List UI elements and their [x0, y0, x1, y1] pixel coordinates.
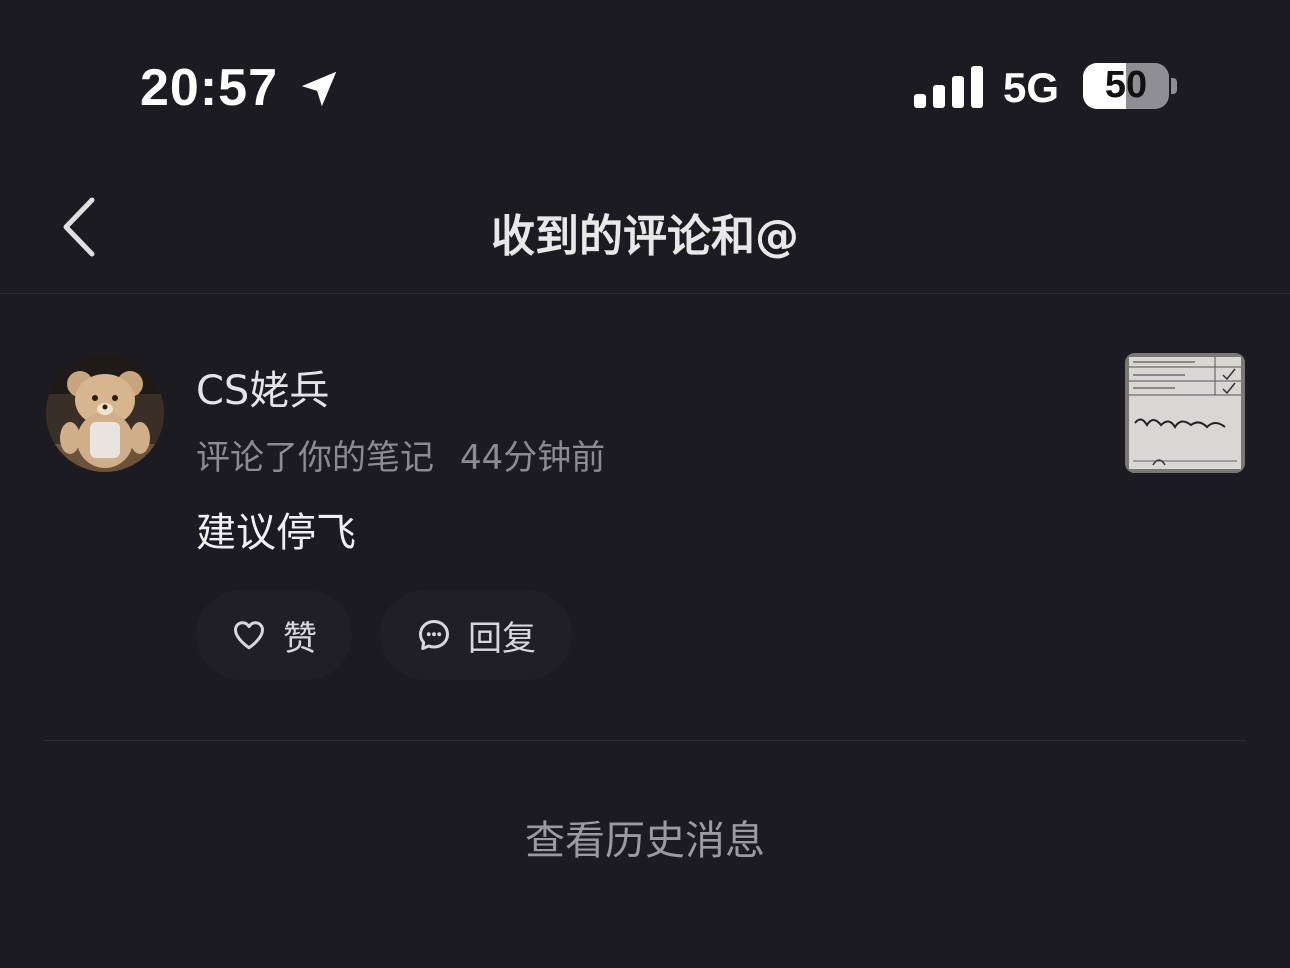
comment-text[interactable]: 建议停飞	[196, 500, 356, 558]
view-history-button[interactable]: 查看历史消息	[0, 808, 1290, 866]
like-label: 赞	[283, 618, 317, 659]
avatar[interactable]	[46, 354, 164, 472]
location-arrow-icon	[301, 71, 337, 107]
battery-icon: 50	[1083, 63, 1169, 109]
battery-tip	[1171, 78, 1177, 94]
nav-divider	[0, 293, 1290, 294]
heart-icon	[234, 621, 264, 650]
document-photo-image	[1125, 353, 1245, 473]
battery-level: 50	[1104, 64, 1148, 106]
reply-label: 回复	[468, 618, 536, 659]
chat-bubble-icon	[419, 620, 449, 650]
note-thumbnail[interactable]	[1125, 353, 1245, 473]
comment-meta: 评论了你的笔记 44分钟前	[196, 430, 605, 479]
status-time: 20:57	[140, 59, 278, 117]
comment-time: 44分钟前	[460, 438, 606, 478]
page-title: 收到的评论和@	[491, 211, 799, 262]
reply-button[interactable]: 回复	[380, 590, 572, 680]
like-button[interactable]: 赞	[196, 590, 352, 680]
teddy-bear-avatar-image	[46, 354, 164, 472]
network-type: 5G	[1003, 64, 1060, 111]
username[interactable]: CS姥兵	[196, 358, 329, 416]
comment-action-text: 评论了你的笔记	[196, 438, 434, 478]
item-divider	[44, 740, 1246, 741]
signal-bars-icon	[914, 66, 983, 108]
screen: 20:57 5G 50 收到的评论和@ CS姥兵 评论了你的笔记 44分钟前 建…	[0, 0, 1290, 968]
